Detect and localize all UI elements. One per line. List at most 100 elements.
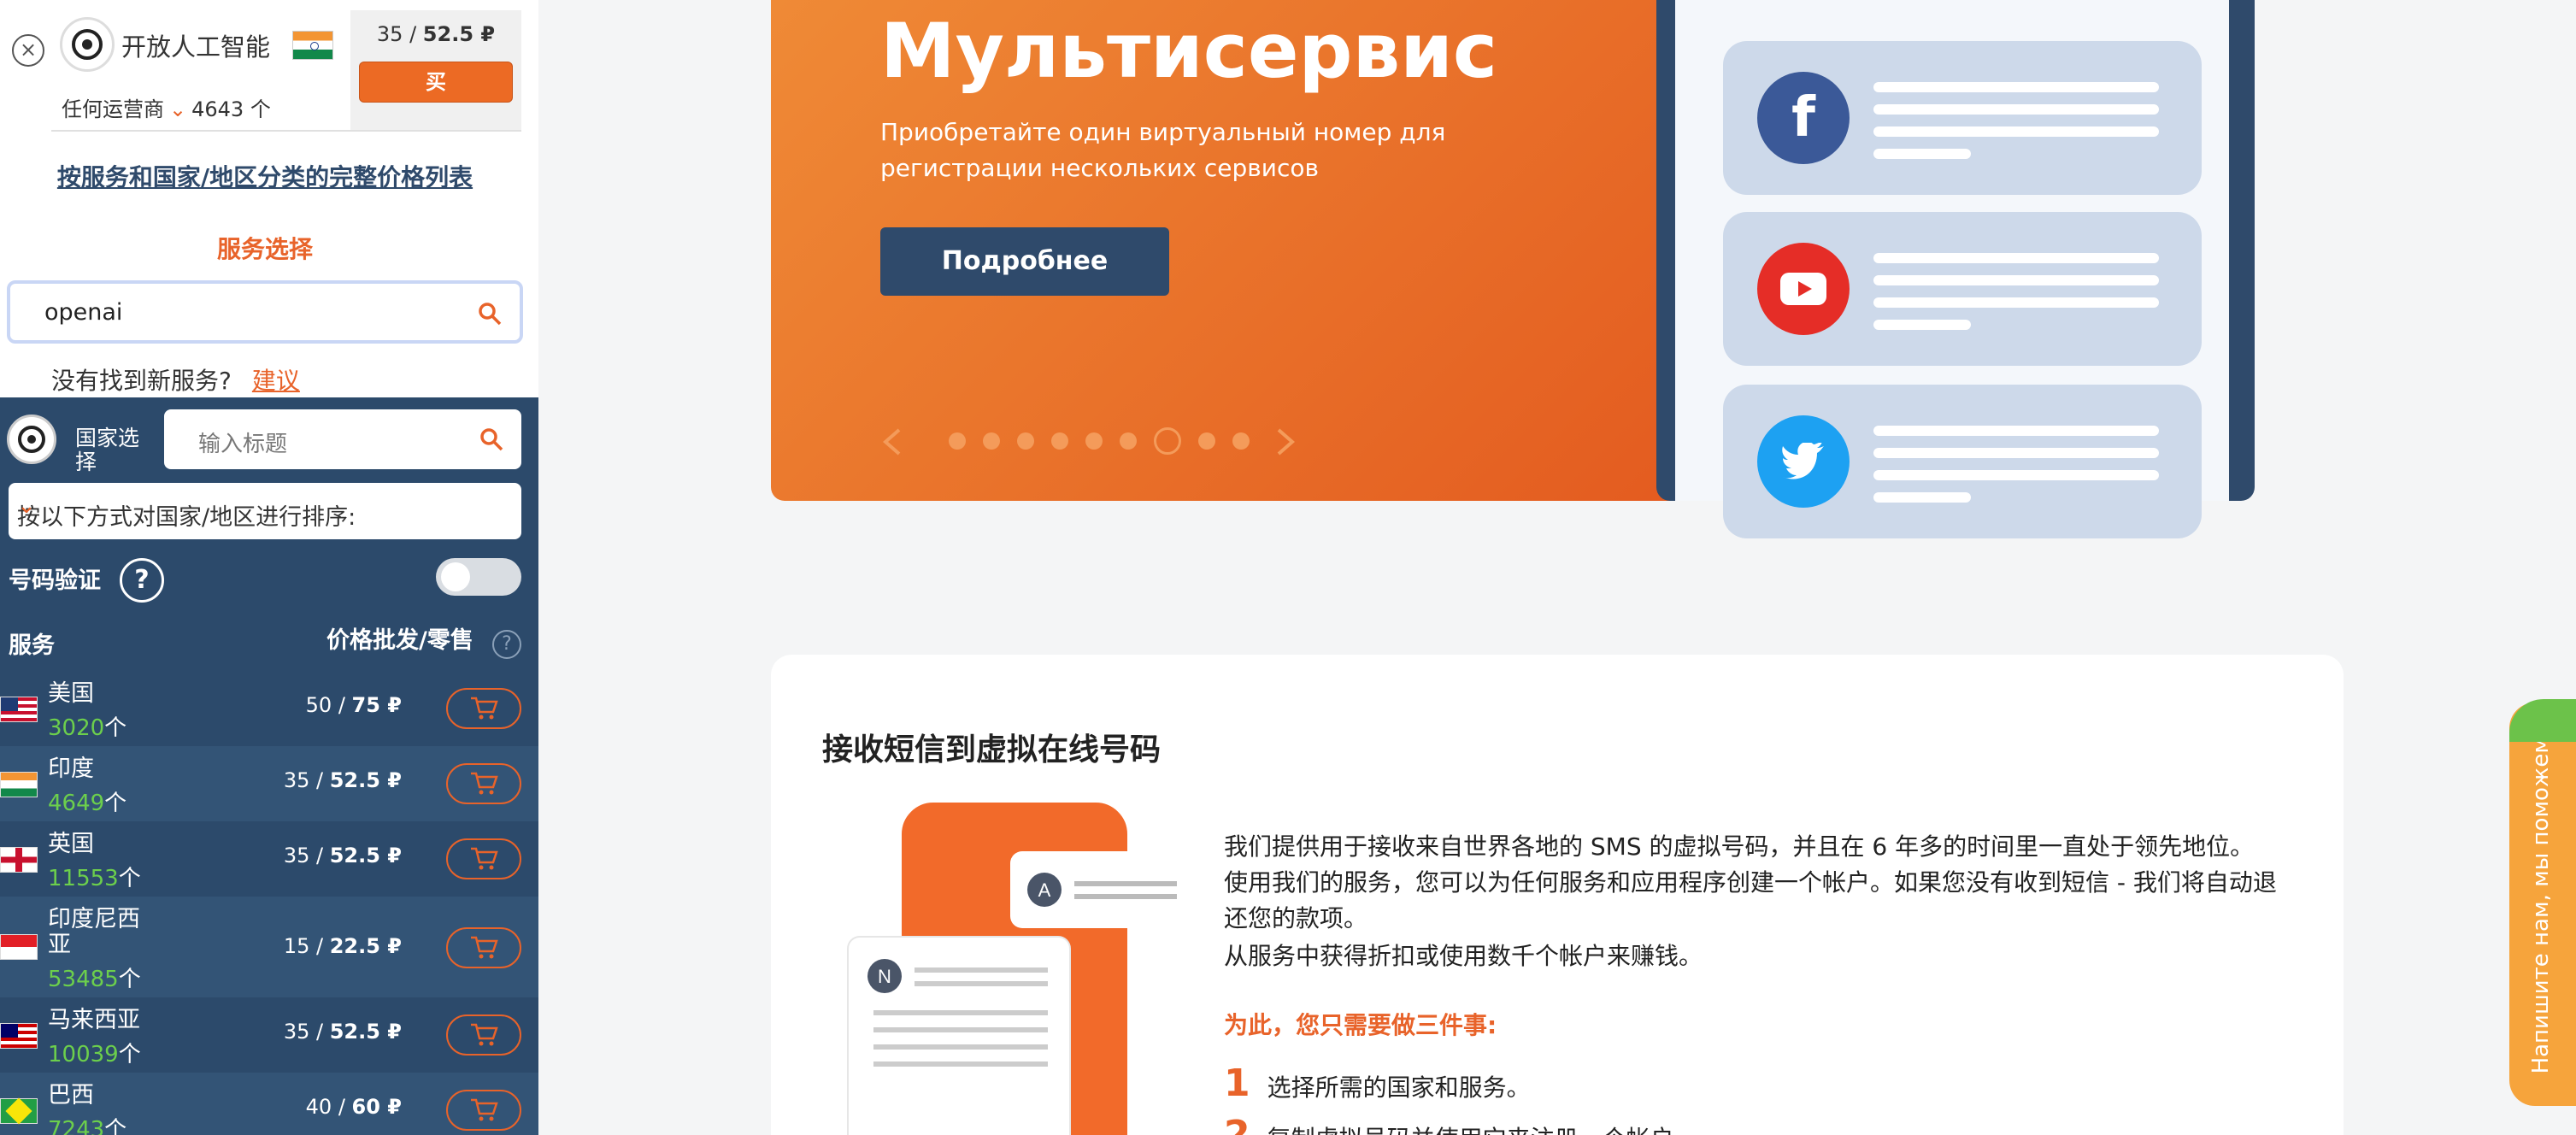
- operator-select[interactable]: 任何运营商 ⌄ 4643 个: [62, 92, 271, 122]
- placeholder-line: [1873, 253, 2159, 263]
- service-price: 35 / 52.5 ₽: [376, 22, 496, 46]
- country-count: 4649个: [48, 791, 127, 816]
- placeholder-line: [1873, 126, 2159, 137]
- facebook-icon: f: [1757, 72, 1850, 164]
- close-icon[interactable]: ×: [12, 34, 44, 67]
- service-name: 开放人工智能: [121, 32, 271, 62]
- country-panel: 国家选择 输入标题 按以下方式对国家/地区进行排序: ⌄ 号码验证 ? 服务 价…: [0, 397, 538, 1135]
- verify-toggle[interactable]: [436, 558, 521, 596]
- placeholder-line: [1873, 426, 2159, 436]
- country-price: 35 / 52.5 ₽: [283, 844, 402, 867]
- placeholder-line: [1873, 275, 2159, 285]
- not-found-text: 没有找到新服务? 建议: [51, 367, 300, 395]
- country-price: 50 / 75 ₽: [305, 693, 402, 717]
- carousel-dot-active[interactable]: [1154, 427, 1181, 455]
- sidebar: × 开放人工智能 35 / 52.5 ₽ 买 任何运营商 ⌄ 4643 个 按服务和…: [0, 0, 538, 1135]
- country-row[interactable]: 美国 3020个 50 / 75 ₽: [0, 671, 538, 746]
- country-search-input[interactable]: 输入标题: [164, 409, 521, 469]
- column-header-price: 价格批发/零售: [326, 627, 473, 654]
- country-price: 35 / 52.5 ₽: [283, 768, 402, 792]
- twitter-card: [1723, 385, 2202, 538]
- info-paragraph: 从服务中获得折扣或使用数千个帐户来赚钱。: [1224, 942, 1703, 970]
- country-price: 15 / 22.5 ₽: [283, 934, 402, 958]
- divider: [51, 130, 521, 132]
- india-flag-icon: [292, 31, 333, 60]
- placeholder-line: [1873, 149, 1971, 159]
- suggest-link[interactable]: 建议: [252, 367, 300, 395]
- placeholder-line: [1873, 82, 2159, 92]
- step-item: 2复制虚拟号码并使用它来注册一个帐户。: [1224, 1113, 1698, 1135]
- cart-icon[interactable]: [446, 1090, 521, 1131]
- country-row[interactable]: 印度 4649个 35 / 52.5 ₽: [0, 746, 538, 821]
- service-search-input[interactable]: openai: [7, 280, 523, 344]
- info-title: 接收短信到虚拟在线号码: [822, 732, 1162, 767]
- youtube-card: [1723, 212, 2202, 366]
- usa-flag-icon: [0, 697, 38, 722]
- help-icon[interactable]: ?: [492, 630, 521, 659]
- country-name: 马来西亚: [48, 1007, 140, 1033]
- placeholder-line: [1873, 104, 2159, 115]
- carousel-dot[interactable]: [1085, 432, 1103, 450]
- cart-icon[interactable]: [446, 838, 521, 879]
- country-row[interactable]: 印度尼西亚 53485个 15 / 22.5 ₽: [0, 897, 538, 997]
- carousel-dots: [880, 424, 1308, 458]
- info-paragraph: 我们提供用于接收来自世界各地的 SMS 的虚拟号码，并且在 6 年多的时间里一直…: [1224, 832, 2255, 861]
- country-name: 印度: [48, 756, 94, 782]
- openai-logo-icon: [60, 17, 115, 72]
- help-chat-tab[interactable]: Напишите нам, мы поможем: [2509, 703, 2576, 1106]
- chevron-right-icon[interactable]: [1273, 427, 1297, 456]
- country-row[interactable]: 英国 11553个 35 / 52.5 ₽: [0, 821, 538, 897]
- carousel-dot[interactable]: [949, 432, 966, 450]
- country-count: 53485个: [48, 967, 141, 992]
- cart-icon[interactable]: [446, 927, 521, 968]
- search-icon[interactable]: [477, 301, 503, 326]
- chevron-left-icon[interactable]: [880, 427, 904, 456]
- price-box: 35 / 52.5 ₽ 买: [350, 10, 521, 130]
- carousel-dot[interactable]: [983, 432, 1000, 450]
- info-paragraph: 使用我们的服务，您可以为任何服务和应用程序创建一个帐户。如果您没有收到短信 - …: [1224, 868, 2277, 932]
- carousel-dot[interactable]: [1017, 432, 1034, 450]
- banner-subtitle: Приобретайте один виртуальный номер для …: [880, 118, 1446, 182]
- chevron-down-icon: ⌄: [169, 97, 187, 121]
- carousel-dot[interactable]: [1232, 432, 1250, 450]
- country-name: 英国: [48, 831, 94, 857]
- country-row[interactable]: 马来西亚 10039个 35 / 52.5 ₽: [0, 997, 538, 1073]
- placeholder-line: [1873, 448, 2159, 458]
- buy-button[interactable]: 买: [359, 62, 513, 103]
- svg-text:A: A: [1038, 879, 1051, 901]
- main-content: Мультисервис Приобретайте один виртуальн…: [538, 0, 2576, 1135]
- india-flag-icon: [0, 772, 38, 797]
- three-things-heading: 为此，您只需要做三件事:: [1224, 1011, 1497, 1039]
- openai-logo-icon: [7, 415, 56, 464]
- search-icon[interactable]: [479, 426, 504, 452]
- country-count: 11553个: [48, 866, 141, 891]
- cart-icon[interactable]: [446, 1014, 521, 1056]
- column-header-service: 服务: [9, 632, 55, 659]
- cart-icon[interactable]: [446, 763, 521, 804]
- help-icon[interactable]: ?: [120, 558, 164, 603]
- indonesia-flag-icon: [0, 934, 38, 960]
- carousel-dot[interactable]: [1198, 432, 1215, 450]
- number-verify-label: 号码验证: [9, 568, 101, 594]
- full-price-list-link[interactable]: 按服务和国家/地区分类的完整价格列表: [0, 159, 530, 193]
- phone-illustration: f: [1656, 0, 2255, 538]
- placeholder-line: [1873, 470, 2159, 480]
- country-count: 10039个: [48, 1042, 141, 1067]
- country-name: 巴西: [48, 1082, 94, 1109]
- more-button[interactable]: Подробнее: [880, 227, 1169, 296]
- chevron-down-icon: ⌄: [17, 493, 36, 519]
- placeholder-line: [1873, 492, 1971, 503]
- uk-flag-icon: [0, 847, 38, 873]
- service-panel: × 开放人工智能 35 / 52.5 ₽ 买 任何运营商 ⌄ 4643 个 按服务和…: [0, 0, 538, 397]
- promo-banner: Мультисервис Приобретайте один виртуальн…: [771, 0, 1715, 501]
- cart-icon[interactable]: [446, 688, 521, 729]
- country-price: 40 / 60 ₽: [305, 1095, 402, 1119]
- sort-select[interactable]: 按以下方式对国家/地区进行排序: ⌄: [9, 483, 521, 539]
- brazil-flag-icon: [0, 1097, 38, 1125]
- country-select-title: 国家选择: [75, 426, 140, 474]
- carousel-dot[interactable]: [1051, 432, 1068, 450]
- youtube-icon: [1757, 243, 1850, 335]
- carousel-dot[interactable]: [1120, 432, 1137, 450]
- placeholder-line: [1873, 297, 2159, 308]
- country-row[interactable]: 巴西 7243个 40 / 60 ₽: [0, 1073, 538, 1135]
